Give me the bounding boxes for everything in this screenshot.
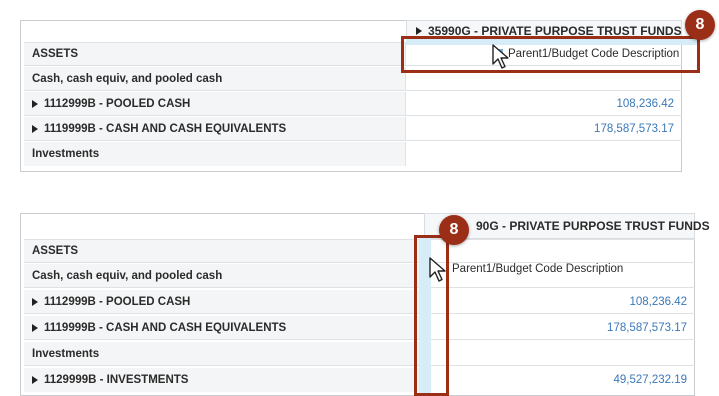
row-value[interactable]: 49,527,232.19 — [424, 368, 695, 392]
pivot-table-bottom: 90G - PRIVATE PURPOSE TRUST FUNDS ASSETS… — [16, 197, 715, 396]
expand-triangle-icon[interactable] — [32, 323, 38, 332]
row-label: ASSETS — [24, 43, 406, 65]
table-row: Investments — [24, 342, 695, 366]
row-value — [424, 342, 695, 365]
row-label: Investments — [24, 142, 406, 166]
row-label: Cash, cash equiv, and pooled cash — [24, 264, 424, 287]
row-value[interactable]: 178,587,573.17 — [424, 316, 695, 339]
expand-triangle-icon[interactable] — [416, 27, 422, 35]
expand-triangle-icon[interactable] — [32, 297, 38, 306]
row-label[interactable]: 1119999B - CASH AND CASH EQUIVALENTS — [24, 316, 424, 339]
table-row[interactable]: 1112999B - POOLED CASH 108,236.42 — [24, 92, 682, 116]
row-value[interactable]: 108,236.42 — [406, 92, 682, 115]
table-row[interactable]: 1129999B - INVESTMENTS 49,527,232.19 — [24, 368, 695, 392]
row-value — [424, 240, 695, 262]
column-header[interactable]: 90G - PRIVATE PURPOSE TRUST FUNDS — [476, 213, 710, 239]
expand-triangle-icon[interactable] — [32, 124, 38, 133]
row-label: Cash, cash equiv, and pooled cash — [24, 67, 406, 90]
callout-highlight-box — [414, 235, 449, 396]
step-badge: 8 — [685, 10, 715, 40]
row-label[interactable]: 1119999B - CASH AND CASH EQUIVALENTS — [24, 117, 406, 140]
callout-highlight-box — [401, 36, 700, 73]
drag-tooltip: Parent1/Budget Code Description — [452, 263, 624, 275]
row-label: Investments — [24, 342, 424, 365]
table-row: Investments — [24, 142, 682, 166]
step-badge: 8 — [439, 215, 469, 245]
table-row[interactable]: 1112999B - POOLED CASH 108,236.42 — [24, 290, 695, 314]
row-label[interactable]: 1129999B - INVESTMENTS — [24, 368, 424, 392]
row-value[interactable]: 178,587,573.17 — [406, 117, 682, 140]
row-label: ASSETS — [24, 240, 424, 262]
table-row: ASSETS — [24, 239, 695, 263]
expand-triangle-icon[interactable] — [32, 376, 38, 384]
expand-triangle-icon[interactable] — [32, 99, 38, 108]
pivot-table-top: 35990G - PRIVATE PURPOSE TRUST FUNDS ASS… — [16, 6, 715, 174]
row-label[interactable]: 1112999B - POOLED CASH — [24, 290, 424, 313]
row-value[interactable]: 108,236.42 — [424, 290, 695, 313]
table-row[interactable]: 1119999B - CASH AND CASH EQUIVALENTS 178… — [24, 316, 695, 340]
row-value — [406, 142, 682, 166]
row-label[interactable]: 1112999B - POOLED CASH — [24, 92, 406, 115]
column-header-label: 90G - PRIVATE PURPOSE TRUST FUNDS — [476, 219, 710, 233]
table-row[interactable]: 1119999B - CASH AND CASH EQUIVALENTS 178… — [24, 117, 682, 141]
